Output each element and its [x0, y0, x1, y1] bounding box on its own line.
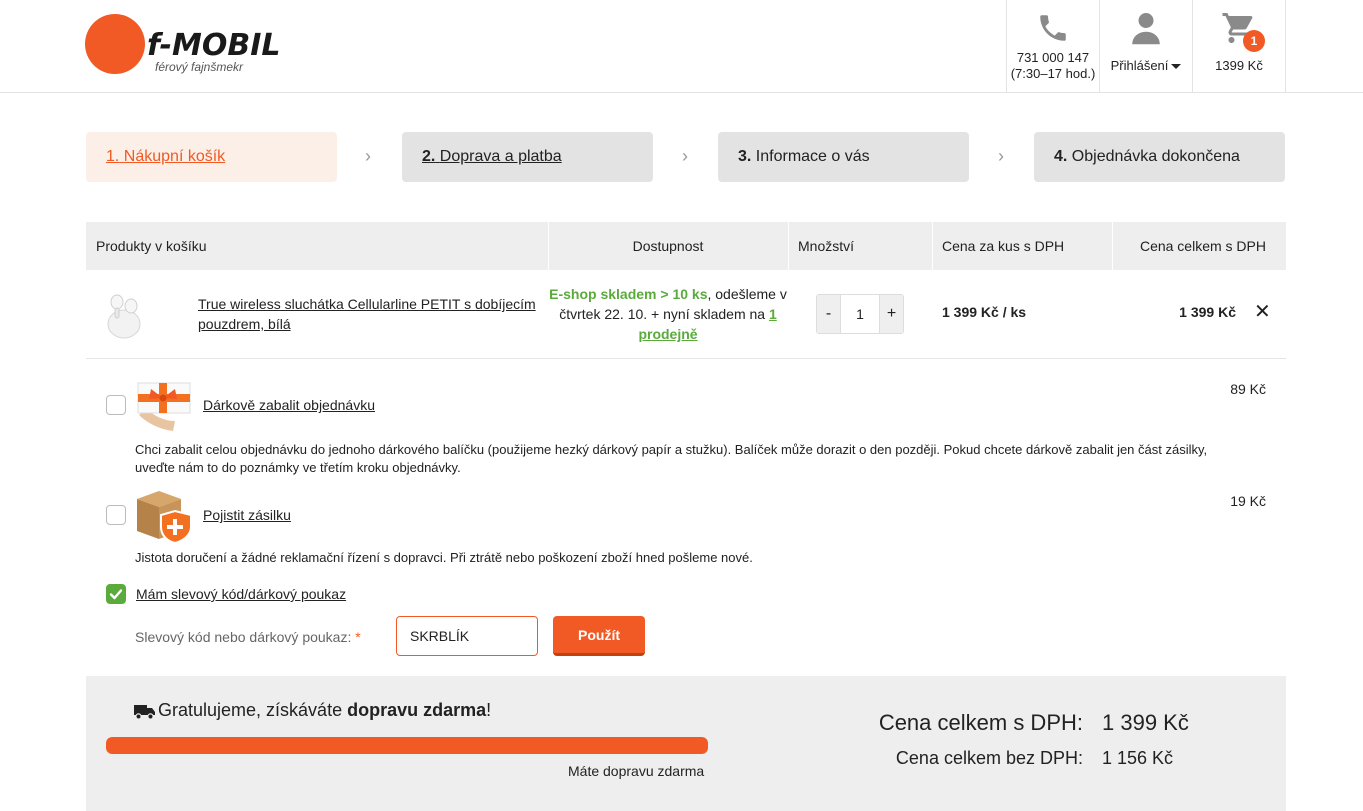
total-with-vat-value: 1 399 Kč	[1102, 710, 1189, 735]
quantity-stepper: - 1 +	[816, 294, 904, 334]
header-total-price: Cena celkem s DPH	[1139, 238, 1266, 254]
logo-circle	[85, 14, 145, 74]
site-header: f-MOBIL férový fajnšmekr 731 000 147 (7:…	[0, 0, 1363, 93]
login-label: Přihlášení	[1110, 58, 1169, 73]
quantity-increase-button[interactable]: +	[879, 295, 903, 333]
coupon-code-input[interactable]: SKRBLÍK	[396, 616, 538, 656]
step-separator-icon: ›	[682, 146, 688, 166]
availability-cell: E-shop skladem > 10 ks, odešleme v čtvrt…	[548, 284, 788, 344]
user-icon	[1132, 13, 1160, 45]
column-divider	[788, 222, 789, 270]
total-without-vat-value: 1 156 Kč	[1102, 748, 1174, 768]
order-summary-panel: Gratulujeme, získáváte dopravu zdarma! M…	[86, 676, 1286, 811]
coupon-toggle-label[interactable]: Mám slevový kód/dárkový poukaz	[136, 586, 346, 602]
quantity-decrease-button[interactable]: -	[817, 295, 841, 333]
header-unit-price: Cena za kus s DPH	[942, 238, 1065, 254]
total-without-vat-label: Cena celkem bez DPH:	[895, 748, 1083, 768]
logo-tagline: férový fajnšmekr	[155, 60, 244, 74]
f-mobil-logo[interactable]: f-MOBIL férový fajnšmekr	[85, 14, 305, 76]
phone-hours: (7:30–17 hod.)	[1010, 66, 1096, 81]
stock-status: E-shop skladem > 10 ks	[549, 286, 708, 302]
gift-wrap-price: 89 Kč	[1230, 381, 1266, 397]
table-row: True wireless sluchátka Cellularline PET…	[86, 270, 1286, 359]
unit-price: 1 399 Kč / ks	[942, 304, 1027, 320]
step-number: 3.	[738, 148, 752, 165]
progress-fill	[106, 737, 708, 754]
free-shipping-message: Gratulujeme, získáváte dopravu zdarma!	[158, 700, 491, 721]
chevron-down-icon	[1171, 64, 1182, 70]
step-label: Nákupní košík	[123, 148, 226, 165]
step-label: Doprava a platba	[439, 148, 562, 165]
required-mark: *	[355, 629, 361, 645]
free-shipping-bold: dopravu zdarma	[347, 700, 487, 720]
phone-number: 731 000 147	[1016, 50, 1090, 65]
total-with-vat-label: Cena celkem s DPH:	[878, 710, 1083, 735]
insurance-checkbox[interactable]	[106, 505, 126, 525]
cart-count-badge: 1	[1243, 30, 1265, 52]
cart-total: 1399 Kč	[1215, 58, 1263, 73]
column-divider	[932, 222, 933, 270]
step-separator-icon: ›	[365, 146, 371, 166]
cart-summary[interactable]: 1 1399 Kč	[1192, 0, 1286, 92]
insured-package-icon	[137, 491, 192, 545]
remove-item-close-icon[interactable]: ✕	[1254, 300, 1271, 324]
quantity-input[interactable]: 1	[841, 295, 879, 333]
stock-comma: ,	[707, 286, 712, 302]
phone-icon	[1040, 15, 1066, 41]
step-number: 1.	[106, 148, 120, 165]
free-shipping-progress-bar	[106, 737, 708, 754]
header-products: Produkty v košíku	[96, 238, 207, 254]
product-image[interactable]	[102, 284, 146, 344]
gift-wrap-checkbox[interactable]	[106, 395, 126, 415]
step-order-complete: 4. Objednávka dokončena	[1034, 132, 1285, 182]
truck-icon	[134, 705, 155, 720]
gift-wrap-label[interactable]: Dárkově zabalit objednávku	[203, 397, 375, 413]
free-shipping-prefix: Gratulujeme, získáváte	[158, 700, 348, 720]
free-shipping-suffix: !	[486, 700, 492, 720]
phone-contact[interactable]: 731 000 147 (7:30–17 hod.)	[1006, 0, 1099, 92]
step-number: 2.	[422, 148, 436, 165]
coupon-field-label: Slevový kód nebo dárkový poukaz: *	[135, 629, 361, 645]
header-availability: Dostupnost	[632, 238, 704, 254]
product-name-link[interactable]: True wireless sluchátka Cellularline PET…	[198, 294, 548, 334]
coupon-field-label-text: Slevový kód nebo dárkový poukaz:	[135, 629, 352, 645]
step-label: Informace o vás	[755, 148, 870, 165]
progress-caption: Máte dopravu zdarma	[568, 763, 705, 779]
step-customer-info: 3. Informace o vás	[718, 132, 969, 182]
step-number: 4.	[1054, 148, 1068, 165]
insurance-price: 19 Kč	[1230, 493, 1266, 509]
insurance-description: Jistota doručení a žádné reklamační říze…	[135, 550, 753, 565]
gift-wrap-description: Chci zabalit celou objednávku do jednoho…	[135, 442, 1208, 475]
cart-table-header: Produkty v košíku Dostupnost Množství Ce…	[86, 222, 1286, 270]
step-shipping-payment[interactable]: 2. Doprava a platba	[402, 132, 653, 182]
insurance-label[interactable]: Pojistit zásilku	[203, 507, 291, 523]
header-quantity: Množství	[798, 238, 855, 254]
coupon-checkbox[interactable]	[106, 584, 126, 604]
step-separator-icon: ›	[998, 146, 1004, 166]
row-total-price: 1 399 Kč	[1179, 304, 1236, 320]
apply-coupon-button[interactable]: Použít	[553, 616, 645, 656]
step-label: Objednávka dokončena	[1071, 148, 1240, 165]
step-cart[interactable]: 1. Nákupní košík	[86, 132, 337, 182]
gift-box-icon	[137, 382, 191, 431]
logo-wordmark: f-MOBIL	[147, 28, 281, 63]
checkmark-icon	[109, 589, 123, 600]
login-menu[interactable]: Přihlášení	[1099, 0, 1192, 92]
